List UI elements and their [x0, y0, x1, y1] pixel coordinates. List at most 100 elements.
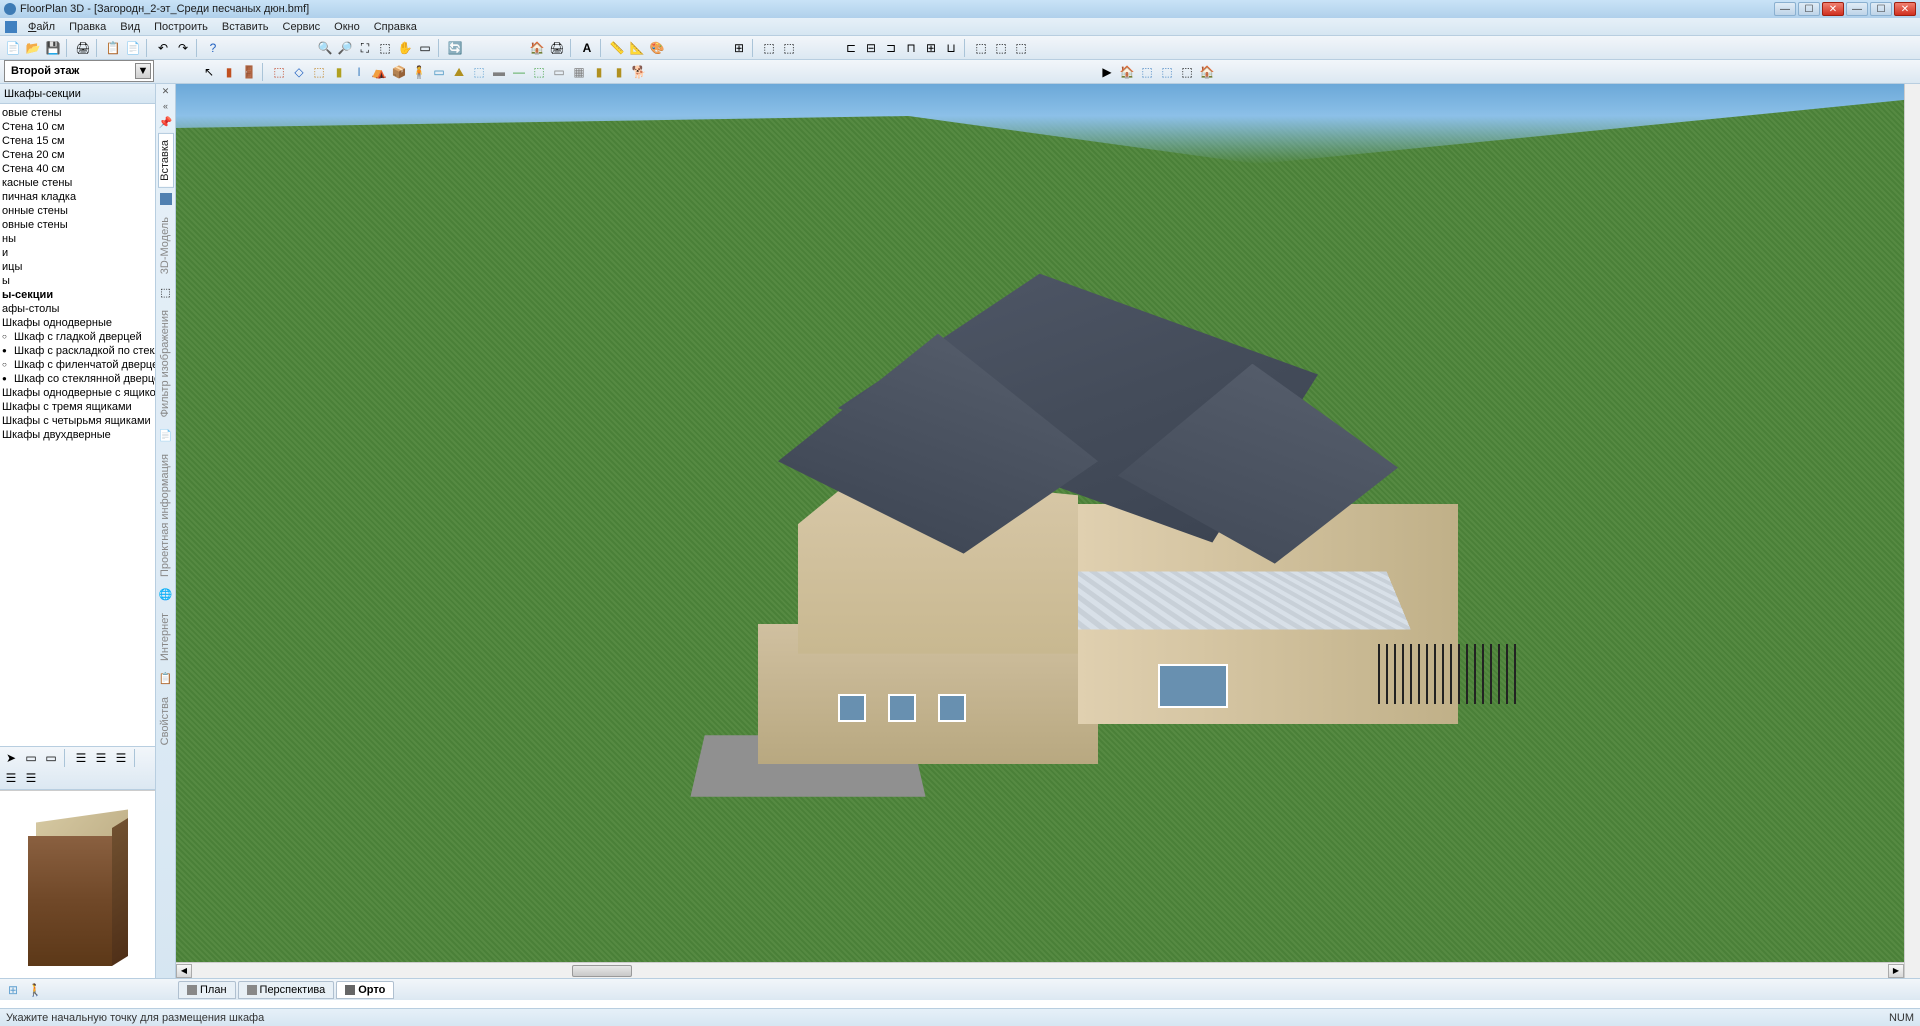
sidebar-item[interactable]: и	[0, 246, 155, 260]
vtab-filter[interactable]: Фильтр изображения	[158, 303, 174, 424]
view3d-1-button[interactable]: ▶	[1098, 63, 1116, 81]
furniture-button[interactable]: 📦	[390, 63, 408, 81]
grid-button[interactable]: ⊞	[730, 39, 748, 57]
sidebar-tool-5[interactable]: ☰	[92, 749, 110, 767]
sidebar-item[interactable]: Стена 40 см	[0, 162, 155, 176]
sidebar-item[interactable]: ы	[0, 274, 155, 288]
sidebar-item[interactable]: овые стены	[0, 106, 155, 120]
deck-button[interactable]: ▭	[550, 63, 568, 81]
vtab-filter-icon[interactable]: ⬚	[159, 285, 173, 299]
roof-button[interactable]: ⛺	[370, 63, 388, 81]
menu-file[interactable]: Файл	[22, 20, 61, 34]
print-button[interactable]: 🖨	[74, 39, 92, 57]
palette-button[interactable]: 🎨	[648, 39, 666, 57]
sidebar-tool-4[interactable]: ☰	[72, 749, 90, 767]
slab-button[interactable]: ▭	[430, 63, 448, 81]
sidebar-list[interactable]: овые стеныСтена 10 смСтена 15 смСтена 20…	[0, 104, 155, 746]
minimize-outer-button[interactable]: —	[1846, 2, 1868, 16]
measure-button[interactable]: 📏	[608, 39, 626, 57]
align-right-button[interactable]: ⊐	[882, 39, 900, 57]
menu-view[interactable]: Вид	[114, 20, 146, 34]
vertical-scrollbar[interactable]	[1904, 84, 1920, 978]
align-middle-button[interactable]: ⊞	[922, 39, 940, 57]
vtab-3d-model[interactable]: 3D-Модель	[158, 210, 174, 281]
orbit-button[interactable]: 🔄	[446, 39, 464, 57]
vtab-internet[interactable]: Интернет	[158, 606, 174, 668]
vtab-collapse-button[interactable]: «	[163, 101, 168, 111]
sidebar-tool-2[interactable]: ▭	[22, 749, 40, 767]
zoom-in-button[interactable]: 🔍	[316, 39, 334, 57]
vtab-props-icon[interactable]: 📋	[159, 672, 173, 686]
zoom-out-button[interactable]: 🔎	[336, 39, 354, 57]
railing-button[interactable]: ▦	[570, 63, 588, 81]
align-center-h-button[interactable]: ⊟	[862, 39, 880, 57]
vtab-insert[interactable]: Вставка	[158, 133, 174, 188]
align-top-button[interactable]: ⊓	[902, 39, 920, 57]
sidebar-tool-6[interactable]: ☰	[112, 749, 130, 767]
menu-edit[interactable]: Правка	[63, 20, 112, 34]
scroll-left-button[interactable]: ◀	[176, 964, 192, 978]
sidebar-item[interactable]: касные стены	[0, 176, 155, 190]
menu-build[interactable]: Построить	[148, 20, 214, 34]
distribute-h-button[interactable]: ⬚	[972, 39, 990, 57]
align-bottom-button[interactable]: ⊔	[942, 39, 960, 57]
menu-window[interactable]: Окно	[328, 20, 366, 34]
sidebar-item[interactable]: афы-столы	[0, 302, 155, 316]
door-button[interactable]: 🚪	[240, 63, 258, 81]
zoom-region-button[interactable]: ▭	[416, 39, 434, 57]
text-button[interactable]: A	[578, 39, 596, 57]
sidebar-tool-3[interactable]: ▭	[42, 749, 60, 767]
sidebar-item[interactable]: Стена 15 см	[0, 134, 155, 148]
paste-button[interactable]: 📄	[124, 39, 142, 57]
vtab-globe-icon[interactable]: 🌐	[159, 588, 173, 602]
menu-service[interactable]: Сервис	[277, 20, 327, 34]
print-preview-button[interactable]: 🖨	[548, 39, 566, 57]
align-left-button[interactable]: ⊏	[842, 39, 860, 57]
view3d-3-button[interactable]: ⬚	[1138, 63, 1156, 81]
path-button[interactable]: —	[510, 63, 528, 81]
sidebar-tool-7[interactable]: ☰	[2, 769, 20, 787]
vtab-3d-icon[interactable]	[159, 192, 173, 206]
sidebar-tool-1[interactable]: ➤	[2, 749, 20, 767]
wall-button[interactable]: ▮	[220, 63, 238, 81]
pool-button[interactable]: ⬚	[470, 63, 488, 81]
hedge-button[interactable]: ▮	[590, 63, 608, 81]
sidebar-item[interactable]: ны	[0, 232, 155, 246]
minimize-button[interactable]: —	[1774, 2, 1796, 16]
opening-button[interactable]: ◇	[290, 63, 308, 81]
select-button[interactable]: ↖	[200, 63, 218, 81]
floor-selector[interactable]: Второй этаж ▼	[4, 60, 154, 82]
sidebar-item[interactable]: пичная кладка	[0, 190, 155, 204]
sidebar-item[interactable]: Шкафы с тремя ящиками	[0, 400, 155, 414]
vtab-close-button[interactable]: ✕	[162, 86, 170, 97]
restore-button[interactable]: ☐	[1798, 2, 1820, 16]
distribute-v-button[interactable]: ⬚	[992, 39, 1010, 57]
menu-insert[interactable]: Вставить	[216, 20, 275, 34]
scroll-right-button[interactable]: ▶	[1888, 964, 1904, 978]
snap1-button[interactable]: ⬚	[760, 39, 778, 57]
column-button[interactable]: ▮	[330, 63, 348, 81]
menu-help[interactable]: Справка	[368, 20, 423, 34]
sidebar-item[interactable]: Шкафы однодверные	[0, 316, 155, 330]
sidebar-item[interactable]: Шкаф со стеклянной дверцей	[0, 372, 155, 386]
beam-button[interactable]: I	[350, 63, 368, 81]
person-button[interactable]: 🧍	[410, 63, 428, 81]
render-button[interactable]: 🏠	[528, 39, 546, 57]
scroll-thumb[interactable]	[572, 965, 632, 977]
view3d-2-button[interactable]: 🏠	[1118, 63, 1136, 81]
distribute-3-button[interactable]: ⬚	[1012, 39, 1030, 57]
driveway-button[interactable]: ▬	[490, 63, 508, 81]
undo-button[interactable]: ↶	[154, 39, 172, 57]
dimension-button[interactable]: 📐	[628, 39, 646, 57]
sidebar-item[interactable]: онные стены	[0, 204, 155, 218]
plant-button[interactable]: ▮	[610, 63, 628, 81]
animal-button[interactable]: 🐕	[630, 63, 648, 81]
maximize-button[interactable]: ☐	[1870, 2, 1892, 16]
snap2-button[interactable]: ⬚	[780, 39, 798, 57]
sidebar-item[interactable]: Шкафы с четырьмя ящиками	[0, 414, 155, 428]
open-file-button[interactable]: 📂	[24, 39, 42, 57]
sidebar-item[interactable]: Шкаф с гладкой дверцей	[0, 330, 155, 344]
redo-button[interactable]: ↷	[174, 39, 192, 57]
sidebar-item[interactable]: ицы	[0, 260, 155, 274]
vtab-pin-icon[interactable]: 📌	[159, 115, 173, 129]
